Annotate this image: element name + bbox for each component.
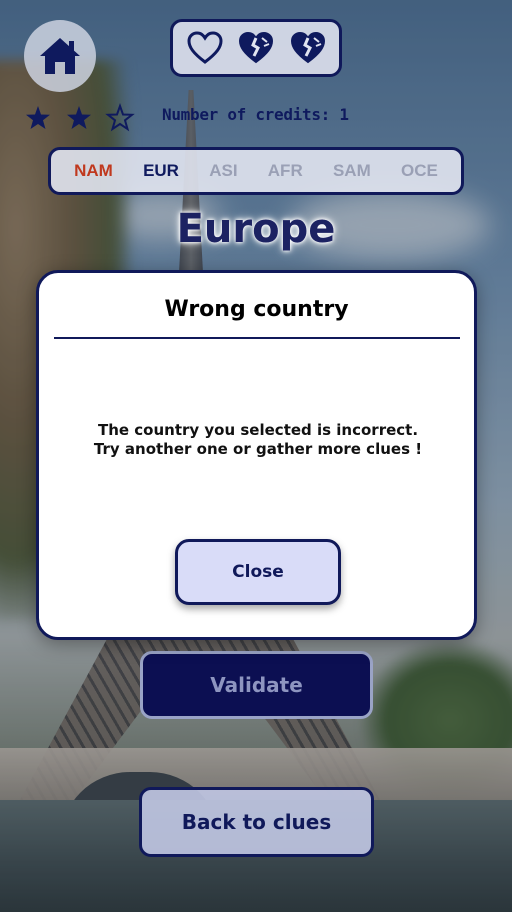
dialog-message-line: The country you selected is incorrect. [97, 421, 419, 439]
home-button[interactable] [24, 20, 96, 92]
star-outline-icon [105, 102, 135, 132]
back-to-clues-button[interactable]: Back to clues [139, 787, 374, 857]
validate-button[interactable]: Validate [140, 651, 373, 719]
star-filled-icon [67, 106, 91, 129]
wrong-country-dialog: Wrong country The country you selected i… [36, 270, 477, 640]
heart-broken-icon [290, 31, 325, 64]
dialog-divider [54, 337, 460, 339]
tab-oce[interactable]: OCE [401, 161, 438, 181]
star-filled-icon [26, 106, 50, 129]
region-tabs: NAM EUR ASI AFR SAM OCE [48, 147, 464, 195]
tab-nam[interactable]: NAM [74, 161, 113, 181]
tab-afr[interactable]: AFR [268, 161, 303, 181]
star-rating [22, 102, 136, 134]
lives-indicator [170, 19, 342, 77]
tab-asi[interactable]: ASI [209, 161, 237, 181]
dialog-message: The country you selected is incorrect. T… [59, 421, 457, 459]
dialog-message-line: Try another one or gather more clues ! [93, 440, 423, 458]
close-button[interactable]: Close [175, 539, 341, 605]
region-title: Europe [176, 206, 336, 252]
dialog-title: Wrong country [164, 297, 349, 322]
tab-eur[interactable]: EUR [143, 161, 179, 181]
tab-sam[interactable]: SAM [333, 161, 371, 181]
home-icon [40, 38, 80, 74]
credits-count: Number of credits: 1 [162, 105, 349, 124]
heart-outline-icon [186, 31, 223, 64]
heart-broken-icon [238, 31, 274, 64]
